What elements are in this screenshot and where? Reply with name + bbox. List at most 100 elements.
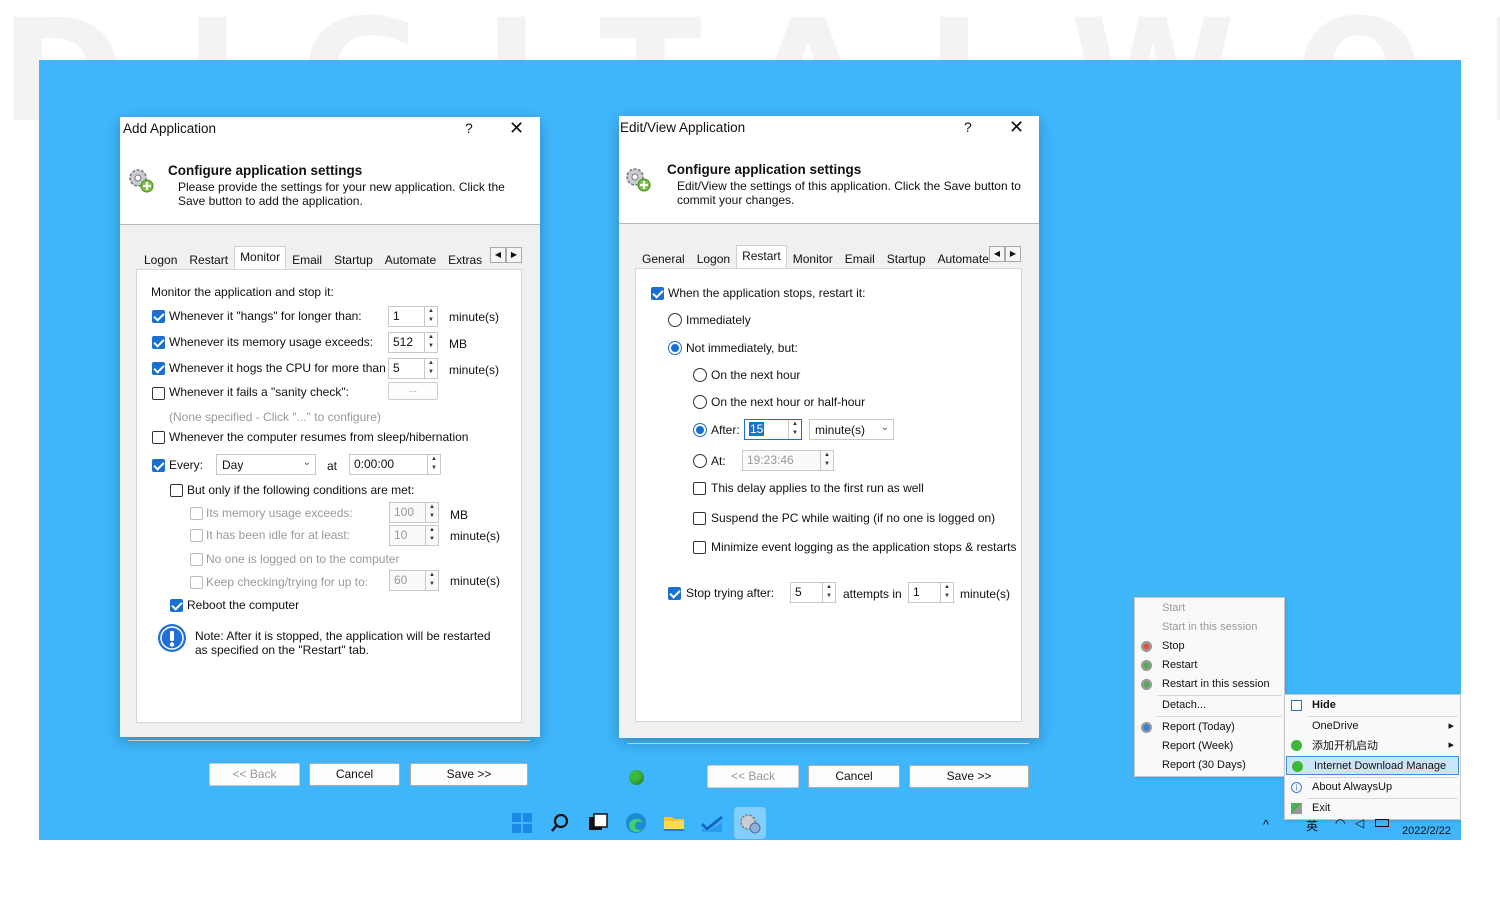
- tray-item-onedrive[interactable]: OneDrive ▸: [1285, 717, 1460, 736]
- help-button[interactable]: ?: [465, 120, 473, 136]
- wifi-icon[interactable]: ◠: [1335, 816, 1345, 830]
- close-button[interactable]: ✕: [1009, 117, 1024, 138]
- tab-monitor[interactable]: Monitor: [234, 246, 287, 269]
- resume-checkbox[interactable]: [152, 431, 165, 444]
- back-button[interactable]: << Back: [209, 763, 300, 786]
- close-button[interactable]: ✕: [509, 118, 524, 139]
- reboot-checkbox[interactable]: [170, 599, 183, 612]
- ime-indicator[interactable]: 英: [1306, 817, 1318, 834]
- menu-item-restart-in-session[interactable]: Restart in this session: [1135, 675, 1284, 694]
- menu-item-restart[interactable]: Restart: [1135, 656, 1284, 675]
- cpu-spinner[interactable]: 5 ▲ ▼: [388, 358, 438, 379]
- task-view-icon[interactable]: [585, 810, 611, 836]
- tray-up-arrow-icon[interactable]: ^: [1263, 817, 1269, 832]
- hangs-spinner[interactable]: 1 ▲ ▼: [388, 306, 438, 327]
- at-radio[interactable]: [693, 454, 707, 468]
- suspend-checkbox[interactable]: [693, 512, 706, 525]
- hangs-checkbox[interactable]: [152, 310, 165, 323]
- spinner-arrows-icon[interactable]: ▲ ▼: [822, 583, 835, 602]
- save-button[interactable]: Save >>: [909, 765, 1029, 788]
- next-hour-radio[interactable]: [693, 368, 707, 382]
- tab-scroll-left-icon[interactable]: ◀: [490, 247, 506, 263]
- tab-general[interactable]: General: [636, 248, 691, 268]
- spinner-arrows-icon[interactable]: ▲ ▼: [425, 503, 438, 522]
- menu-item-start-in-session[interactable]: Start in this session: [1135, 618, 1284, 637]
- tray-item-about[interactable]: i About AlwaysUp: [1285, 778, 1460, 797]
- spinner-arrows-icon[interactable]: ▲ ▼: [788, 420, 801, 439]
- sanity-checkbox[interactable]: [152, 387, 165, 400]
- menu-item-detach[interactable]: Detach...: [1135, 696, 1284, 715]
- cond-memory-spinner[interactable]: 100 ▲ ▼: [389, 502, 439, 523]
- cond-nologon-checkbox[interactable]: [190, 553, 203, 566]
- not-immediately-radio[interactable]: [668, 341, 682, 355]
- stop-trying-checkbox[interactable]: [668, 587, 681, 600]
- minutes-spinner[interactable]: 1 ▲ ▼: [908, 582, 954, 603]
- tab-monitor[interactable]: Monitor: [787, 248, 839, 268]
- tab-extras[interactable]: Extras: [442, 249, 488, 269]
- attempts-spinner[interactable]: 5 ▲ ▼: [790, 582, 836, 603]
- immediately-radio[interactable]: [668, 313, 682, 327]
- tab-automate[interactable]: Automate: [379, 249, 442, 269]
- cond-memory-checkbox[interactable]: [190, 507, 203, 520]
- cond-idle-checkbox[interactable]: [190, 529, 203, 542]
- spinner-arrows-icon[interactable]: ▲ ▼: [425, 526, 438, 545]
- volume-icon[interactable]: ◁: [1355, 816, 1364, 830]
- after-radio[interactable]: [693, 423, 707, 437]
- conditions-checkbox[interactable]: [170, 484, 183, 497]
- tray-item-add-startup[interactable]: 添加开机启动 ▸: [1285, 736, 1460, 755]
- help-button[interactable]: ?: [964, 119, 972, 135]
- battery-icon[interactable]: [1375, 819, 1389, 827]
- minimize-logging-checkbox[interactable]: [693, 541, 706, 554]
- delay-first-checkbox[interactable]: [693, 482, 706, 495]
- tab-logon[interactable]: Logon: [691, 248, 736, 268]
- tab-restart[interactable]: Restart: [736, 245, 787, 268]
- tab-startup[interactable]: Startup: [881, 248, 932, 268]
- tab-scroll-right-icon[interactable]: ▶: [1005, 246, 1021, 262]
- cond-keep-checkbox[interactable]: [190, 576, 203, 589]
- file-explorer-icon[interactable]: [661, 810, 687, 836]
- date-text[interactable]: 2022/2/22: [1402, 825, 1451, 837]
- spinner-arrows-icon[interactable]: ▲ ▼: [424, 307, 437, 326]
- next-half-hour-radio[interactable]: [693, 395, 707, 409]
- after-unit-select[interactable]: minute(s) ⌄: [809, 419, 894, 440]
- memory-spinner[interactable]: 512 ▲ ▼: [388, 332, 438, 353]
- spinner-arrows-icon[interactable]: ▲ ▼: [940, 583, 953, 602]
- mail-icon[interactable]: [699, 810, 725, 836]
- tray-item-hide[interactable]: Hide: [1285, 696, 1460, 715]
- tab-automate[interactable]: Automate: [932, 248, 995, 268]
- tab-scroll-left-icon[interactable]: ◀: [989, 246, 1005, 262]
- spinner-arrows-icon[interactable]: ▲ ▼: [427, 455, 440, 474]
- spinner-arrows-icon[interactable]: ▲ ▼: [424, 359, 437, 378]
- back-button[interactable]: << Back: [707, 765, 799, 788]
- menu-item-start[interactable]: Start: [1135, 599, 1284, 618]
- cpu-checkbox[interactable]: [152, 362, 165, 375]
- save-button[interactable]: Save >>: [410, 763, 528, 786]
- after-spinner[interactable]: 15 ▲ ▼: [744, 419, 802, 440]
- tab-email[interactable]: Email: [286, 249, 328, 269]
- cancel-button[interactable]: Cancel: [309, 763, 400, 786]
- every-select[interactable]: Day ⌄: [216, 454, 316, 475]
- cancel-button[interactable]: Cancel: [808, 765, 900, 788]
- edge-browser-icon[interactable]: [623, 810, 649, 836]
- tab-startup[interactable]: Startup: [328, 249, 379, 269]
- at-time-spinner[interactable]: 19:23:46 ▲ ▼: [742, 450, 834, 471]
- sanity-configure-button[interactable]: ...: [388, 382, 438, 400]
- tray-item-idm[interactable]: Internet Download Manage: [1286, 756, 1459, 775]
- menu-item-stop[interactable]: Stop: [1135, 637, 1284, 656]
- cond-keep-spinner[interactable]: 60 ▲ ▼: [389, 570, 439, 591]
- start-windows-icon[interactable]: [509, 810, 535, 836]
- at-time-spinner[interactable]: 0:00:00 ▲ ▼: [349, 454, 441, 475]
- every-checkbox[interactable]: [152, 459, 165, 472]
- spinner-arrows-icon[interactable]: ▲ ▼: [425, 571, 438, 590]
- spinner-arrows-icon[interactable]: ▲ ▼: [820, 451, 833, 470]
- spinner-arrows-icon[interactable]: ▲ ▼: [424, 333, 437, 352]
- alwaysup-gears-icon[interactable]: [737, 810, 763, 836]
- tab-email[interactable]: Email: [839, 248, 881, 268]
- tab-scroll-right-icon[interactable]: ▶: [506, 247, 522, 263]
- tab-restart[interactable]: Restart: [183, 249, 234, 269]
- cond-idle-spinner[interactable]: 10 ▲ ▼: [389, 525, 439, 546]
- restart-checkbox[interactable]: [651, 287, 664, 300]
- menu-item-report-today[interactable]: Report (Today): [1135, 718, 1284, 737]
- memory-checkbox[interactable]: [152, 336, 165, 349]
- search-icon[interactable]: [547, 810, 573, 836]
